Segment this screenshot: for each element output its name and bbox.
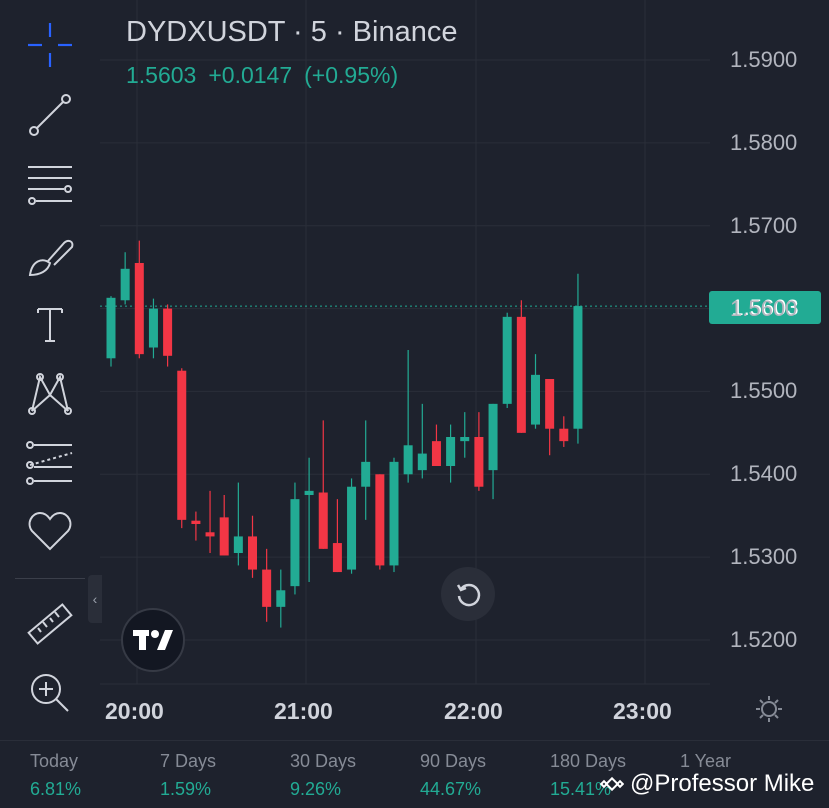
fib-retracement-icon[interactable] [22,160,78,210]
candle-body [516,316,526,433]
candle-body [559,428,569,442]
perf-30-days[interactable]: 30 Days 9.26% [290,751,356,800]
candle-body [262,569,272,607]
y-tick-label: 1.5300 [730,544,798,570]
settings-gear-icon[interactable] [754,694,784,729]
drawing-toolbar [0,0,100,740]
candle-body [488,403,498,471]
y-tick-label: 1.5900 [730,47,798,72]
candle-body [219,517,229,556]
y-tick-label: 1.5700 [730,212,798,238]
x-tick-label: 23:00 [613,698,672,724]
candle-body [531,374,540,425]
candle-body [148,308,158,348]
x-tick-label: 20:00 [105,698,164,724]
candle-body [276,590,286,607]
candle-body [502,316,512,404]
candle-body [332,543,342,573]
chevron-left-icon: ‹ [92,591,98,607]
candle-body [233,536,243,553]
candle-body [573,306,583,429]
y-tick-label: 1.5800 [730,129,798,155]
price-quote: 1.5603 +0.0147 (+0.95%) [126,62,410,89]
x-tick-label: 21:00 [274,698,333,724]
candle-body [106,297,116,359]
candle-body [134,263,144,355]
candle-body [474,437,484,487]
candle-body [248,536,257,570]
candle-body [446,437,456,466]
candle-body [361,461,371,487]
zoom-in-icon[interactable] [22,668,78,718]
candle-body [205,532,215,537]
tradingview-logo[interactable] [121,608,185,672]
y-tick-label: 1.5200 [730,627,798,652]
reset-chart-button[interactable] [441,567,495,621]
y-tick-label: 1.5600 [730,295,798,321]
candle-body [163,308,173,356]
candle-body [290,499,300,587]
forecast-icon[interactable] [22,438,78,488]
x-tick-label: 22:00 [444,698,503,724]
candle-body [403,445,413,475]
pattern-icon[interactable] [22,368,78,418]
candle-body [347,486,357,570]
price-change-pct: (+0.95%) [304,62,399,88]
candle-body [191,520,201,524]
candle-body [460,437,470,442]
y-tick-label: 1.5500 [730,378,798,404]
candle-body [177,370,187,520]
symbol-header[interactable]: DYDXUSDT · 5 · Binance [126,16,457,49]
candle-body [545,379,555,429]
binance-logo-icon [600,776,624,792]
candle-body [389,461,399,566]
trend-line-icon[interactable] [22,90,78,140]
collapse-toolbar-button[interactable]: ‹ [88,575,102,623]
reset-icon [456,583,481,607]
text-icon[interactable] [22,300,78,350]
heart-icon[interactable] [22,506,78,556]
candle-body [417,453,427,471]
watermark: @Professor Mike [600,770,814,798]
candle-body [120,268,130,301]
perf-7-days[interactable]: 7 Days 1.59% [160,751,216,800]
candle-body [304,490,314,495]
watermark-text: @Professor Mike [630,770,815,797]
brush-icon[interactable] [22,232,78,282]
perf-90-days[interactable]: 90 Days 44.67% [420,751,486,800]
candle-body [375,474,385,566]
symbol-title: DYDXUSDT · 5 · Binance [126,16,458,48]
y-tick-label: 1.5400 [730,461,798,487]
toolbar-divider [15,578,85,579]
crosshair-icon[interactable] [22,20,78,70]
candle-body [318,492,328,549]
candle-body [431,441,441,466]
price-change: +0.0147 [208,62,293,88]
last-price: 1.5603 [126,62,197,88]
perf-today[interactable]: Today 6.81% [30,751,81,800]
ruler-icon[interactable] [22,600,78,650]
